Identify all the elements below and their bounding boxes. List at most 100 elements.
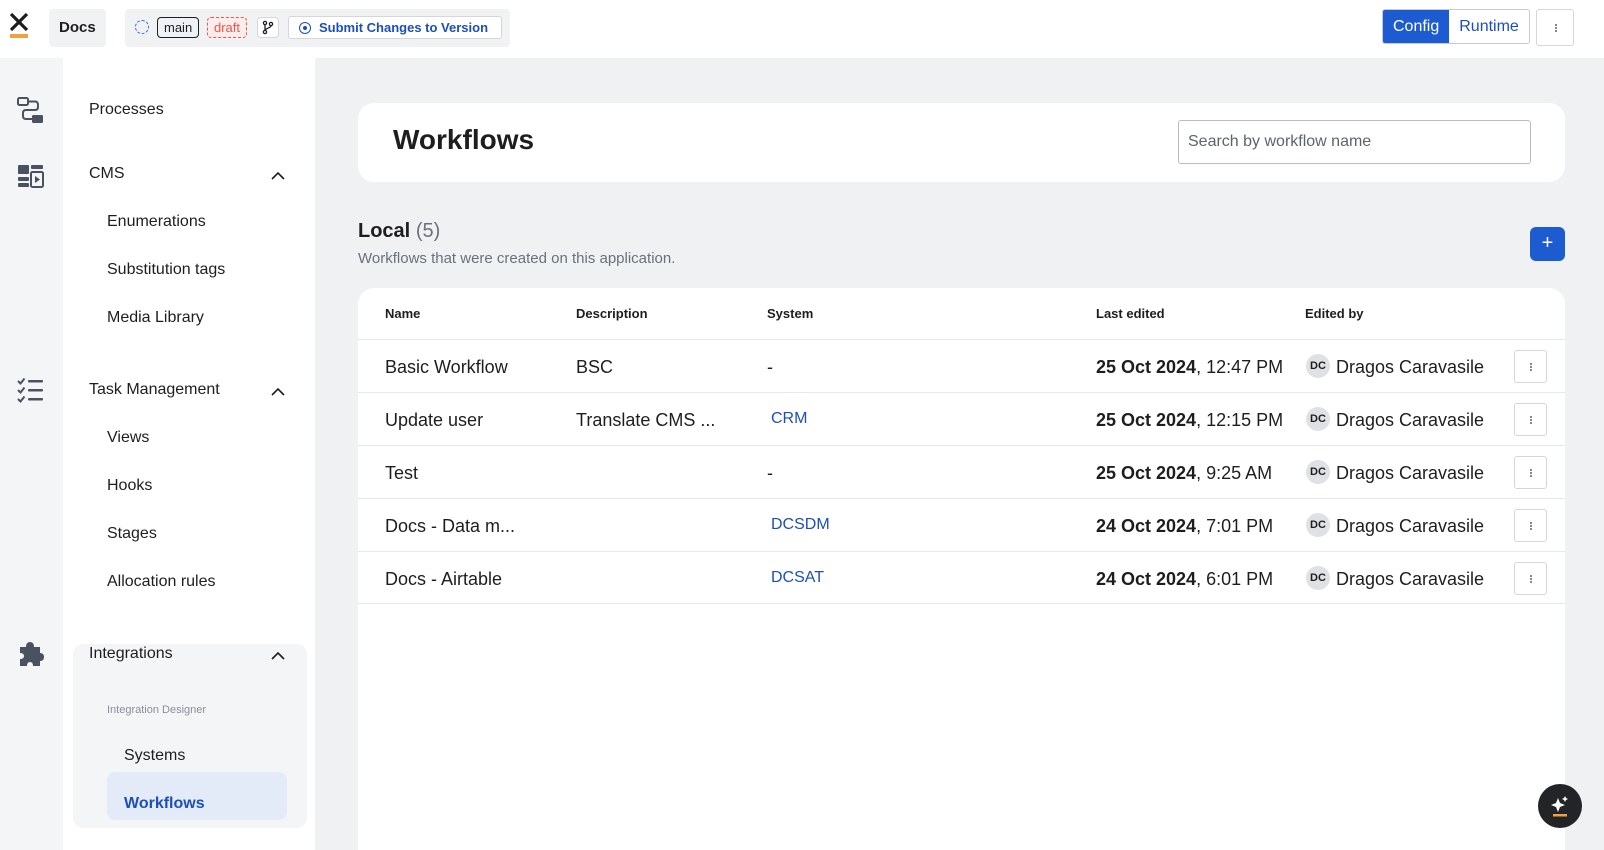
more-options-button[interactable] [1536, 9, 1574, 46]
cms-icon[interactable] [17, 162, 44, 190]
edited-by: Dragos Caravasile [1336, 516, 1485, 536]
section-subtitle: Workflows that were created on this appl… [358, 250, 676, 267]
row-actions-button[interactable] [1514, 456, 1547, 489]
workflow-name[interactable]: Docs - Data m... [385, 516, 515, 537]
page-title: Workflows [393, 124, 535, 155]
avatar: DC [1306, 460, 1330, 484]
last-edited-date: 24 Oct 2024 [1096, 516, 1197, 536]
edited-by: Dragos Caravasile [1336, 569, 1485, 589]
task-management-icon[interactable] [17, 376, 44, 404]
version-bar: main draft Submit Changes to Version [125, 9, 510, 47]
processes-icon[interactable] [17, 96, 44, 124]
more-vertical-icon [1530, 469, 1532, 471]
search-input[interactable] [1178, 120, 1531, 164]
chevron-up-icon[interactable] [271, 169, 285, 183]
column-header-description[interactable]: Description [576, 306, 648, 321]
mode-toggle: Config Runtime [1382, 9, 1530, 44]
edited-by: Dragos Caravasile [1336, 357, 1485, 377]
config-tab[interactable]: Config [1383, 10, 1450, 43]
row-actions-button[interactable] [1514, 350, 1547, 383]
app-logo-icon[interactable] [8, 12, 30, 40]
last-edited-time: , 9:25 AM [1196, 463, 1273, 483]
sidebar-item-allocation-rules[interactable]: Allocation rules [107, 573, 216, 591]
edited-by: Dragos Caravasile [1336, 410, 1485, 430]
target-icon [299, 22, 311, 34]
last-edited-time: , 12:15 PM [1196, 410, 1284, 430]
workflow-description: Translate CMS ... [576, 410, 716, 430]
last-edited-time: , 6:01 PM [1196, 569, 1274, 589]
avatar: DC [1306, 513, 1330, 537]
status-badge: draft [207, 17, 248, 38]
sidebar-section-integrations[interactable]: Integrations [89, 645, 173, 663]
branch-badge[interactable]: main [157, 17, 200, 38]
workflow-name[interactable]: Test [385, 463, 418, 484]
avatar: DC [1306, 354, 1330, 378]
branch-icon[interactable] [257, 17, 279, 38]
column-header-edited-by[interactable]: Edited by [1305, 306, 1364, 321]
last-edited-date: 24 Oct 2024 [1096, 569, 1197, 589]
more-vertical-icon [1530, 363, 1532, 365]
sidebar-item-stages[interactable]: Stages [107, 525, 157, 543]
last-edited: 25 Oct 2024, 9:25 AM [1096, 463, 1272, 484]
table-row[interactable]: Basic Workflow BSC - 25 Oct 2024, 12:47 … [358, 339, 1565, 392]
add-workflow-button[interactable]: + [1530, 227, 1565, 261]
avatar: DC [1306, 566, 1330, 590]
last-edited-date: 25 Oct 2024 [1096, 357, 1197, 377]
column-header-system[interactable]: System [767, 306, 813, 321]
sidebar-section-task-management[interactable]: Task Management [89, 381, 220, 399]
row-actions-button[interactable] [1514, 509, 1547, 542]
sparkle-icon [1551, 796, 1568, 817]
last-edited: 24 Oct 2024, 7:01 PM [1096, 516, 1273, 537]
submit-changes-label: Submit Changes to Version [319, 20, 489, 35]
last-edited-time: , 7:01 PM [1196, 516, 1274, 536]
row-actions-button[interactable] [1514, 562, 1547, 595]
section-title: Local (5) [358, 220, 440, 243]
table-row[interactable]: Update user Translate CMS ... CRM 25 Oct… [358, 392, 1565, 445]
last-edited-date: 25 Oct 2024 [1096, 410, 1197, 430]
runtime-tab[interactable]: Runtime [1449, 10, 1529, 43]
sidebar-item-enumerations[interactable]: Enumerations [107, 213, 206, 231]
sidebar-item-views[interactable]: Views [107, 429, 149, 447]
last-edited: 24 Oct 2024, 6:01 PM [1096, 569, 1273, 590]
integration-designer-caption: Integration Designer [107, 704, 207, 716]
column-header-last-edited[interactable]: Last edited [1096, 306, 1165, 321]
sidebar-item-workflows[interactable]: Workflows [124, 795, 205, 813]
workflow-description: BSC [576, 357, 614, 377]
workflow-name[interactable]: Docs - Airtable [385, 569, 502, 590]
row-actions-button[interactable] [1514, 403, 1547, 436]
table-row[interactable]: Test - 25 Oct 2024, 9:25 AM DC Dragos Ca… [358, 445, 1565, 498]
sidebar-item-media-library[interactable]: Media Library [107, 309, 204, 327]
icon-rail [0, 58, 63, 850]
sidebar-item-systems[interactable]: Systems [124, 747, 185, 765]
workflow-system-link[interactable]: DCSAT [771, 569, 824, 587]
workflow-name[interactable]: Update user [385, 410, 483, 431]
app-name[interactable]: Docs [49, 9, 106, 47]
sidebar: Processes CMS Enumerations Substitution … [63, 58, 315, 850]
workflows-table: Name Description System Last edited Edit… [358, 288, 1565, 850]
top-bar: Docs main draft Submit Changes to Versio… [0, 0, 1604, 58]
workflow-system-link[interactable]: DCSDM [771, 516, 830, 534]
sidebar-item-hooks[interactable]: Hooks [107, 477, 152, 495]
sidebar-section-cms[interactable]: CMS [89, 165, 125, 183]
submit-changes-button[interactable]: Submit Changes to Version [288, 16, 502, 39]
chevron-up-icon[interactable] [271, 649, 285, 663]
avatar: DC [1306, 407, 1330, 431]
sidebar-item-processes[interactable]: Processes [89, 101, 164, 119]
chevron-up-icon[interactable] [271, 385, 285, 399]
table-row[interactable]: Docs - Data m... DCSDM 24 Oct 2024, 7:01… [358, 498, 1565, 551]
last-edited-date: 25 Oct 2024 [1096, 463, 1197, 483]
sidebar-item-substitution-tags[interactable]: Substitution tags [107, 261, 225, 279]
table-row[interactable]: Docs - Airtable DCSAT 24 Oct 2024, 6:01 … [358, 551, 1565, 604]
loading-icon [135, 20, 149, 34]
more-vertical-icon [1530, 522, 1532, 524]
integrations-icon[interactable] [17, 639, 44, 667]
last-edited: 25 Oct 2024, 12:47 PM [1096, 357, 1283, 378]
more-vertical-icon [1530, 575, 1532, 577]
column-header-name[interactable]: Name [385, 306, 420, 321]
ai-assistant-button[interactable] [1538, 784, 1582, 828]
workflow-system-link[interactable]: CRM [771, 410, 807, 428]
page-header: Workflows [358, 103, 1565, 182]
more-vertical-icon [1530, 416, 1532, 418]
workflow-name[interactable]: Basic Workflow [385, 357, 508, 378]
more-vertical-icon [1555, 24, 1557, 26]
